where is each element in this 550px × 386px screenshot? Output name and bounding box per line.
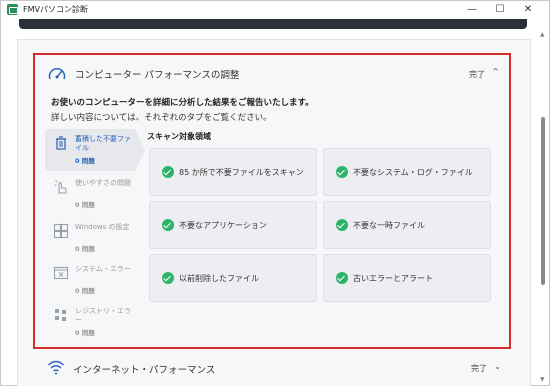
minimize-button[interactable]: — [459,2,485,17]
tab-count: 0 問題 [75,201,95,209]
performance-section-panel: コンピューター パフォーマンスの調整 完了 ^ お使いのコンピューターを詳細に分… [33,53,511,349]
app-window: FMVパソコン診断 — ☐ ✕ ▲ ▼ コンピューター パフォーマンスの調整 完… [0,0,550,386]
tab-label: レジストリ・エラー [75,307,131,324]
error-window-icon [53,266,69,280]
header-banner-edge [19,19,527,29]
windows-icon [53,223,69,239]
internet-performance-section[interactable]: インターネット・パフォーマンス 完了 ⌄ [33,353,511,383]
tab-count: 0 問題 [75,329,95,337]
scan-area-label: 85 か所で不要ファイルをスキャン [179,168,304,177]
next-section-status: 完了 [471,364,487,373]
check-circle-icon [336,166,348,178]
chevron-down-icon[interactable]: ⌄ [494,362,501,371]
window-title: FMVパソコン診断 [23,5,88,14]
next-section-title[interactable]: インターネット・パフォーマンス [73,362,215,376]
check-circle-icon [336,219,348,231]
tab-registry-errors[interactable]: レジストリ・エラー 0 問題 [45,301,135,343]
scan-area-card: 不要なシステム・ログ・ファイル [323,148,491,196]
tab-system-errors[interactable]: システム・エラー 0 問題 [45,259,135,301]
app-icon [7,4,18,15]
scroll-down-icon[interactable]: ▼ [540,376,545,383]
registry-icon [55,309,66,321]
check-circle-icon [162,272,174,284]
tab-count: 0 問題 [75,245,95,253]
scan-area-card: 不要な一時ファイル [323,201,491,249]
scan-area-card: 85 か所で不要ファイルをスキャン [149,148,317,196]
scan-area-card: 以前削除したファイル [149,254,317,302]
tab-count: 0 問題 [75,157,95,165]
chevron-up-icon[interactable]: ^ [492,67,499,76]
scan-area-card: 古いエラーとアラート [323,254,491,302]
check-circle-icon [162,166,174,178]
check-circle-icon [336,272,348,284]
tab-label: システム・エラー [75,265,131,273]
scan-area-label: 不要なシステム・ログ・ファイル [353,168,473,177]
wifi-icon [48,360,64,375]
tab-windows-settings[interactable]: Windows の設定 0 問題 [45,217,135,259]
title-bar: FMVパソコン診断 — ☐ ✕ [1,1,549,19]
section-status: 完了 [469,70,485,79]
tab-junk-files[interactable]: 蓄積した不要ファイル 0 問題 [45,129,145,171]
scroll-up-icon[interactable]: ▲ [540,31,545,38]
intro-text: 詳しい内容については、それぞれのタブをご覧ください。 [51,113,272,123]
check-circle-icon [162,219,174,231]
scan-area-card: 不要なアプリケーション [149,201,317,249]
hand-pointer-icon [54,180,67,194]
scan-areas-heading: スキャン対象領域 [147,132,211,141]
scroll-thumb[interactable] [541,117,545,285]
trash-icon [56,136,66,150]
scan-area-label: 不要な一時ファイル [353,221,425,230]
scan-area-label: 不要なアプリケーション [179,221,267,230]
maximize-button[interactable]: ☐ [487,2,513,17]
vertical-scrollbar[interactable]: ▲ ▼ [539,31,547,385]
tab-label: 蓄積した不要ファイル [75,135,131,152]
scan-area-label: 以前削除したファイル [179,274,259,283]
speed-gauge-icon [48,68,66,80]
tab-usability[interactable]: 使いやすさの問題 0 問題 [45,173,135,215]
section-title[interactable]: コンピューター パフォーマンスの調整 [75,67,239,81]
scan-area-label: 古いエラーとアラート [353,274,433,283]
tab-label: Windows の設定 [75,223,130,231]
tab-count: 0 問題 [75,287,95,295]
intro-heading: お使いのコンピューターを詳細に分析した結果をご報告いたします。 [51,98,314,108]
close-button[interactable]: ✕ [515,2,541,17]
tab-label: 使いやすさの問題 [75,179,131,187]
